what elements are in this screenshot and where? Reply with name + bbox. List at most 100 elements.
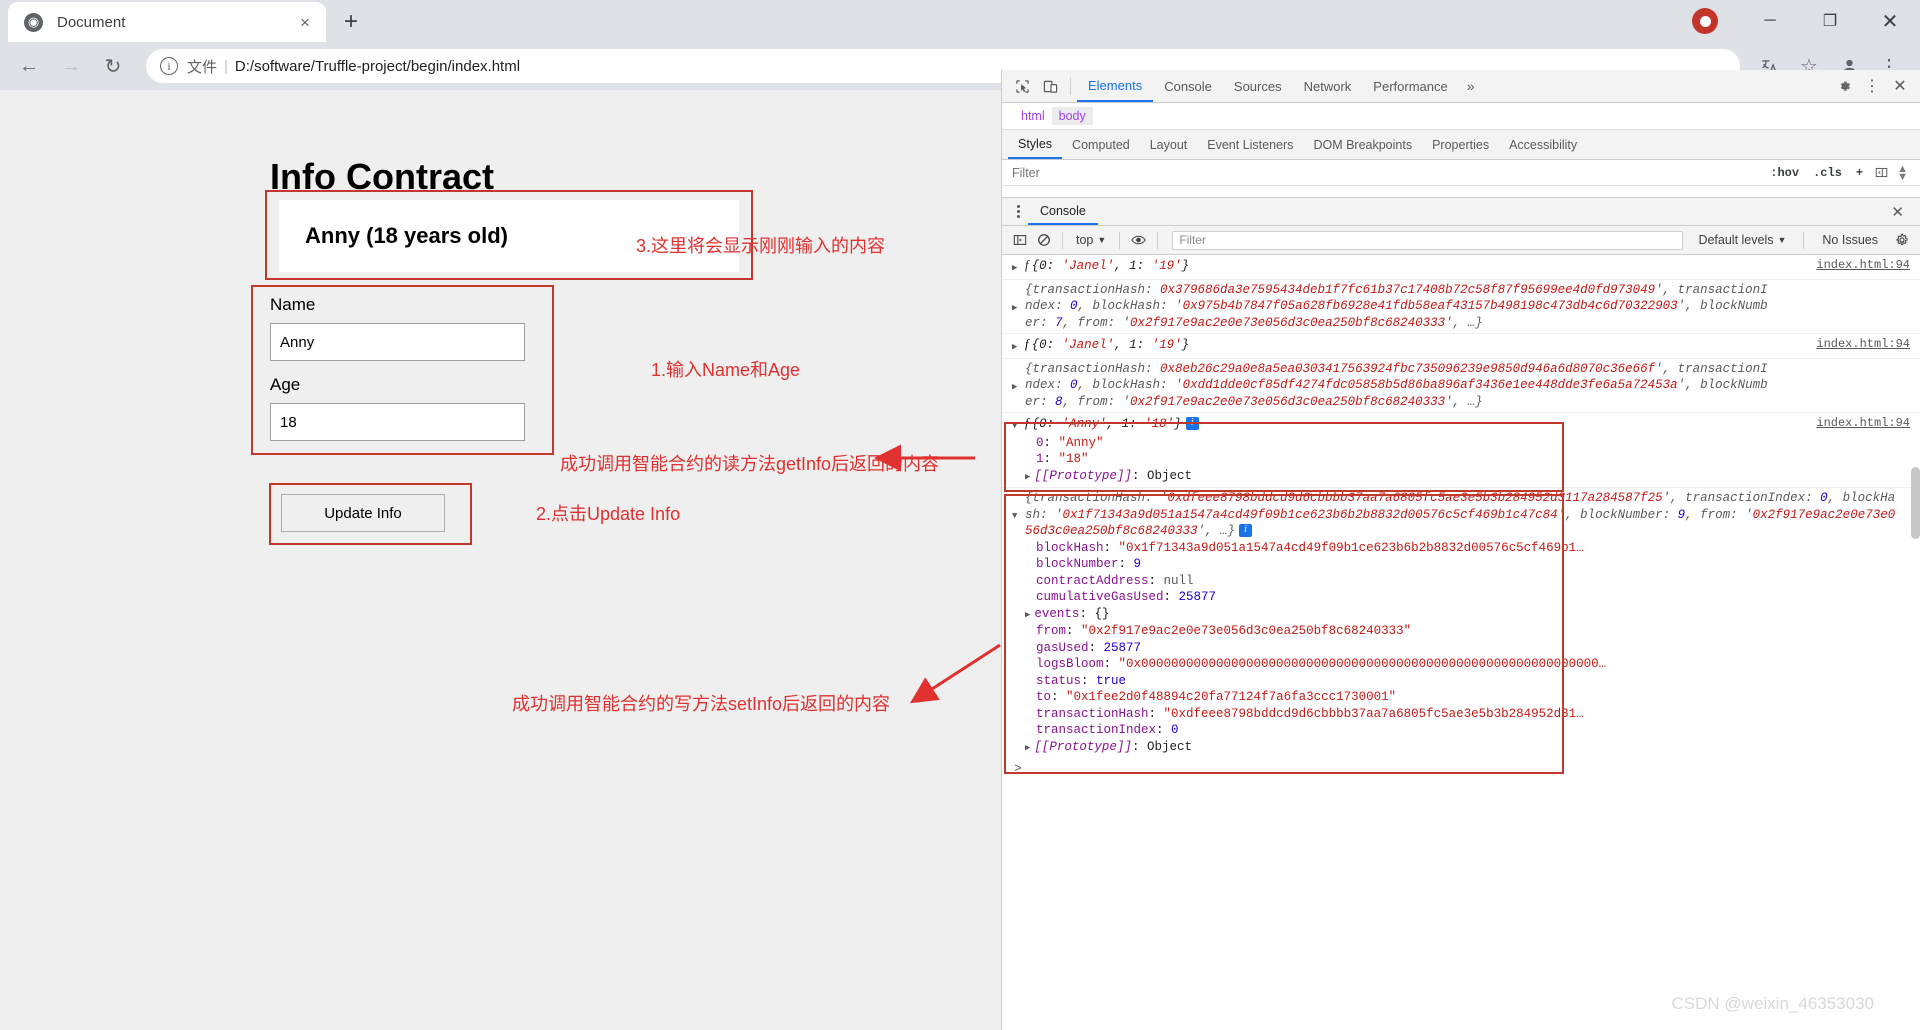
maximize-button[interactable]: ❐ — [1800, 0, 1860, 42]
annotation-note-getinfo: 成功调用智能合约的读方法getInfo后返回的内容 — [560, 454, 940, 474]
devtools-toolbar-right: ⋮ ✕ — [1830, 73, 1914, 99]
pane-tab-properties[interactable]: Properties — [1422, 130, 1499, 159]
disclosure-triangle-icon[interactable]: ▶ — [1012, 376, 1025, 396]
devtools-tab-sources[interactable]: Sources — [1223, 70, 1293, 102]
pane-tab-dom-breakpoints[interactable]: DOM Breakpoints — [1303, 130, 1422, 159]
devtools-tab-performance[interactable]: Performance — [1362, 70, 1458, 102]
object-property-row: blockNumber: 9 — [1036, 557, 1142, 571]
name-input[interactable] — [270, 323, 525, 361]
age-input[interactable] — [270, 403, 525, 441]
info-badge-icon[interactable]: i — [1185, 417, 1199, 431]
console-divider — [1062, 231, 1063, 249]
disclosure-triangle-icon[interactable]: ▶ — [1025, 743, 1030, 753]
console-log-entry[interactable]: ▶ f {0: 'Janel', 1: '19'} index.html:94 — [1002, 334, 1920, 359]
profile-badge-icon[interactable] — [1692, 8, 1718, 34]
console-prompt[interactable]: > — [1002, 758, 1920, 779]
disclosure-triangle-open-icon[interactable]: ▼ — [1012, 505, 1025, 525]
object-property-row: contractAddress: null — [1036, 573, 1194, 588]
console-log-entry[interactable]: ▶ {transactionHash: 0x379686da3e7595434d… — [1002, 280, 1920, 334]
disclosure-triangle-open-icon[interactable]: ▼ — [1012, 415, 1025, 435]
object-prototype-row[interactable]: ▶ [[Prototype]]: Object — [1012, 468, 1920, 486]
log-source-link[interactable]: index.html:94 — [1816, 257, 1910, 274]
devtools-tab-elements[interactable]: Elements — [1077, 70, 1154, 102]
console-levels-selector[interactable]: Default levels ▼ — [1691, 233, 1793, 247]
devtools-tab-network[interactable]: Network — [1293, 70, 1363, 102]
omnibox-separator: | — [224, 57, 228, 75]
cls-toggle[interactable]: .cls — [1806, 166, 1849, 180]
breadcrumb-item-html[interactable]: html — [1014, 107, 1052, 125]
close-icon[interactable]: × — [294, 11, 316, 33]
object-prototype-row[interactable]: ▶ [[Prototype]]: Object — [1012, 739, 1920, 757]
console-issues-label[interactable]: No Issues — [1814, 233, 1886, 247]
disclosure-triangle-icon[interactable]: ▶ — [1012, 257, 1025, 277]
console-toolbar-right: Default levels ▼ No Issues — [1691, 231, 1914, 249]
computed-sidebar-icon[interactable] — [1870, 166, 1893, 179]
log-source-link[interactable]: index.html:94 — [1816, 415, 1910, 432]
browser-tab[interactable]: ◉ Document × — [8, 2, 326, 42]
log-source-link[interactable]: index.html:94 — [1816, 336, 1910, 353]
object-property-row: transactionIndex: 0 — [1036, 723, 1179, 737]
console-levels-label: Default levels — [1698, 233, 1774, 247]
scroll-arrows-icon[interactable]: ▲ ▼ — [1893, 163, 1912, 182]
console-log-entry[interactable]: ▶ f {0: 'Janel', 1: '19'} index.html:94 — [1002, 255, 1920, 280]
object-property-row: 1: "18" — [1036, 452, 1089, 466]
update-info-button[interactable]: Update Info — [281, 494, 445, 532]
reload-icon[interactable]: ↻ — [94, 47, 132, 85]
console-settings-gear-icon[interactable] — [1890, 233, 1914, 247]
console-log-entry-expanded[interactable]: ▼ f {0: 'Anny', 1: '18'} i index.html:94 … — [1002, 413, 1920, 488]
devtools-close-icon[interactable]: ✕ — [1886, 73, 1914, 99]
styles-filter-bar: :hov .cls + ▲▼ — [1002, 160, 1920, 186]
new-style-rule-icon[interactable]: + — [1849, 166, 1870, 180]
console-output[interactable]: ▶ f {0: 'Janel', 1: '19'} index.html:94 … — [1002, 255, 1920, 1030]
console-context-selector[interactable]: top ▼ — [1069, 233, 1113, 247]
new-tab-button[interactable]: + — [334, 5, 368, 39]
console-sidebar-icon[interactable] — [1008, 233, 1032, 247]
forward-icon[interactable]: → — [52, 47, 90, 85]
devtools-menu-icon[interactable]: ⋮ — [1858, 73, 1886, 99]
console-scrollbar-thumb[interactable] — [1911, 467, 1920, 539]
pane-tab-event-listeners[interactable]: Event Listeners — [1197, 130, 1303, 159]
styles-filter-input[interactable] — [1010, 164, 1764, 181]
window-close-button[interactable]: ✕ — [1860, 0, 1920, 42]
gear-icon[interactable] — [1830, 73, 1858, 99]
devtools-more-tabs-icon[interactable]: » — [1459, 78, 1483, 94]
pane-tab-styles[interactable]: Styles — [1008, 130, 1063, 159]
disclosure-triangle-icon[interactable]: ▶ — [1025, 610, 1030, 620]
device-toolbar-icon[interactable] — [1036, 73, 1064, 99]
page-title: Info Contract — [270, 156, 494, 198]
console-log-entry[interactable]: ▶ {transactionHash: 0x8eb26c29a0e8a5ea03… — [1002, 359, 1920, 413]
drawer-tab-console[interactable]: Console — [1028, 198, 1098, 225]
console-log-entry-expanded[interactable]: ▼ {transactionHash: '0xdfeee8798bddcd9d6… — [1002, 488, 1920, 758]
drawer-close-icon[interactable]: ✕ — [1881, 203, 1914, 221]
pane-tab-layout[interactable]: Layout — [1140, 130, 1198, 159]
log-tx-receipt-2: {transactionHash: 0x379686da3e7595434deb… — [1025, 282, 1768, 330]
object-property-row-expandable[interactable]: ▶ events: {} — [1012, 606, 1920, 624]
minimize-button[interactable]: ─ — [1740, 0, 1800, 42]
disclosure-triangle-icon[interactable]: ▶ — [1012, 297, 1025, 317]
inspect-element-icon[interactable] — [1008, 73, 1036, 99]
pane-tab-accessibility[interactable]: Accessibility — [1499, 130, 1587, 159]
page-info-icon[interactable]: i — [160, 57, 178, 75]
disclosure-triangle-icon[interactable]: ▶ — [1025, 472, 1030, 482]
drawer-menu-icon[interactable] — [1008, 205, 1028, 218]
live-expression-icon[interactable] — [1126, 234, 1151, 246]
age-label: Age — [270, 375, 301, 394]
log-preview-1: f {0: 'Janel', 1: '19'} — [1025, 258, 1190, 273]
hov-toggle[interactable]: :hov — [1763, 166, 1806, 180]
omnibox-url: D:/software/Truffle-project/begin/index.… — [234, 57, 521, 75]
disclosure-triangle-icon[interactable]: ▶ — [1012, 336, 1025, 356]
info-badge-icon[interactable]: i — [1239, 524, 1253, 538]
omnibox-scheme-label: 文件 — [187, 58, 218, 76]
console-filter-input[interactable]: Filter — [1172, 230, 1684, 250]
log-preview-5: f {0: 'Anny', 1: '18'} i — [1025, 415, 1920, 435]
clear-console-icon[interactable] — [1032, 233, 1056, 247]
devtools-tab-console[interactable]: Console — [1153, 70, 1223, 102]
name-label: Name — [270, 295, 316, 314]
tab-title: Document — [57, 13, 126, 31]
log-tx-receipt-6: {transactionHash: '0xdfeee8798bddcd9d6cb… — [1025, 491, 1896, 538]
pane-tab-computed[interactable]: Computed — [1062, 130, 1140, 159]
console-divider-2 — [1119, 231, 1121, 249]
breadcrumb-item-body[interactable]: body — [1051, 107, 1093, 125]
object-property-row: to: "0x1fee2d0f48894c20fa77124f7a6fa3ccc… — [1036, 690, 1397, 704]
back-icon[interactable]: ← — [10, 47, 48, 85]
